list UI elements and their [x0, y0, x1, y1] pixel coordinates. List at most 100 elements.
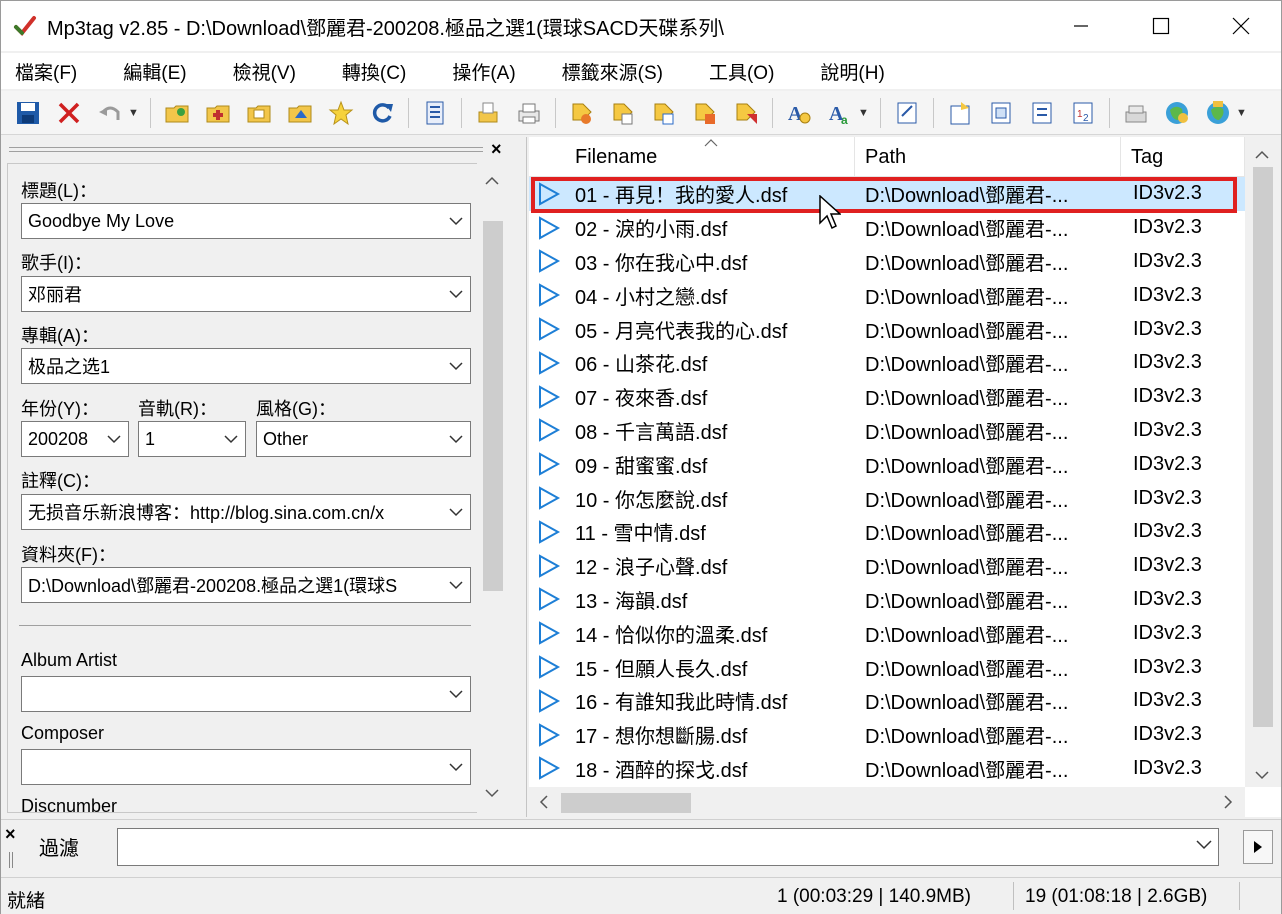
table-row[interactable]: 13 - 海韻.dsf D:\Download\鄧麗君-... ID3v2.3 [529, 583, 1245, 617]
open-folder-button[interactable] [244, 98, 274, 128]
menu-help[interactable]: 說明(H) [812, 58, 892, 85]
table-row[interactable]: 11 - 雪中情.dsf D:\Download\鄧麗君-... ID3v2.3 [529, 515, 1245, 549]
undo-button[interactable] [95, 98, 125, 128]
track-field[interactable]: 1 [138, 421, 246, 457]
chevron-down-icon[interactable] [442, 495, 470, 529]
chevron-down-icon[interactable] [442, 277, 470, 311]
table-row[interactable]: 15 - 但願人長久.dsf D:\Download\鄧麗君-... ID3v2… [529, 650, 1245, 684]
refresh-button[interactable] [367, 98, 397, 128]
directory-field[interactable]: D:\Download\鄧麗君-200208.極品之選1(環球S [21, 567, 471, 603]
filter-input[interactable] [117, 828, 1219, 866]
album-artist-field[interactable] [21, 676, 471, 712]
menu-tools[interactable]: 工具(O) [701, 58, 782, 85]
album-field[interactable]: 极品之选1 [21, 348, 471, 384]
playlist-button[interactable] [945, 98, 975, 128]
table-row[interactable]: 05 - 月亮代表我的心.dsf D:\Download\鄧麗君-... ID3… [529, 312, 1245, 346]
table-row[interactable]: 01 - 再見！我的愛人.dsf D:\Download\鄧麗君-... ID3… [529, 177, 1245, 211]
table-row[interactable]: 07 - 夜來香.dsf D:\Download\鄧麗君-... ID3v2.3 [529, 380, 1245, 414]
chevron-down-icon[interactable] [442, 204, 470, 238]
change-directory-button[interactable] [162, 98, 192, 128]
table-row[interactable]: 09 - 甜蜜蜜.dsf D:\Download\鄧麗君-... ID3v2.3 [529, 447, 1245, 481]
file-list-hscrollbar[interactable] [529, 787, 1245, 817]
scrollbar-thumb[interactable] [483, 221, 503, 591]
table-row[interactable]: 06 - 山茶花.dsf D:\Download\鄧麗君-... ID3v2.3 [529, 346, 1245, 380]
scroll-left-icon[interactable] [539, 795, 549, 812]
options-button[interactable]: 12 [1068, 98, 1098, 128]
actions-dropdown-icon[interactable]: ▼ [858, 107, 869, 119]
menu-edit[interactable]: 編輯(E) [115, 58, 194, 85]
web-sources-button[interactable] [1027, 98, 1057, 128]
tag-filename-button[interactable] [567, 98, 597, 128]
file-list-vscrollbar[interactable] [1245, 137, 1281, 787]
maximize-button[interactable] [1121, 1, 1201, 51]
autonumber-button[interactable]: A [784, 98, 814, 128]
title-field[interactable]: Goodbye My Love [21, 203, 471, 239]
chevron-down-icon[interactable] [217, 422, 245, 456]
menu-tag-sources[interactable]: 標籤來源(S) [554, 58, 671, 85]
column-tag[interactable]: Tag [1121, 137, 1245, 177]
remove-tag-button[interactable] [54, 98, 84, 128]
chevron-down-icon[interactable] [442, 568, 470, 602]
scroll-up-icon[interactable] [1255, 147, 1269, 163]
genre-field[interactable]: Other [256, 421, 471, 457]
scroll-up-icon[interactable] [485, 173, 499, 189]
table-row[interactable]: 03 - 你在我心中.dsf D:\Download\鄧麗君-... ID3v2… [529, 245, 1245, 279]
chevron-down-icon[interactable] [442, 349, 470, 383]
close-button[interactable] [1201, 1, 1281, 51]
amazon-button[interactable] [1162, 98, 1192, 128]
artist-field[interactable]: 邓丽君 [21, 276, 471, 312]
tag-tag-button[interactable] [731, 98, 761, 128]
freedb-button[interactable] [1121, 98, 1151, 128]
composer-field[interactable] [21, 749, 471, 785]
undo-dropdown-icon[interactable]: ▼ [128, 107, 139, 119]
chevron-down-icon[interactable] [1196, 837, 1212, 855]
scroll-down-icon[interactable] [485, 785, 499, 801]
comment-field[interactable]: 无损音乐新浪博客：http://blog.sina.com.cn/x [21, 494, 471, 530]
filename-tag-button[interactable] [608, 98, 638, 128]
panel-close-icon[interactable]: × [491, 139, 502, 160]
favorites-button[interactable] [326, 98, 356, 128]
column-path[interactable]: Path [855, 137, 1121, 177]
tag-sources-button[interactable] [986, 98, 1016, 128]
chevron-down-icon[interactable] [100, 422, 128, 456]
year-field[interactable]: 200208 [21, 421, 129, 457]
menu-view[interactable]: 檢視(V) [225, 58, 304, 85]
tag-panel-scrollbar[interactable] [477, 163, 507, 813]
scrollbar-thumb[interactable] [1253, 167, 1273, 727]
actions-button[interactable]: Aa [825, 98, 855, 128]
filter-grip[interactable] [9, 852, 13, 868]
table-row[interactable]: 02 - 淚的小雨.dsf D:\Download\鄧麗君-... ID3v2.… [529, 211, 1245, 245]
panel-grip[interactable] [9, 147, 483, 152]
web-globe-button[interactable] [1203, 98, 1233, 128]
table-row[interactable]: 10 - 你怎麼說.dsf D:\Download\鄧麗君-... ID3v2.… [529, 481, 1245, 515]
minimize-button[interactable] [1041, 1, 1121, 51]
chevron-down-icon[interactable] [442, 750, 470, 784]
menu-actions[interactable]: 操作(A) [444, 58, 523, 85]
menu-file[interactable]: 檔案(F) [7, 58, 85, 85]
save-button[interactable] [13, 98, 43, 128]
chevron-down-icon[interactable] [442, 677, 470, 711]
table-row[interactable]: 12 - 浪子心聲.dsf D:\Download\鄧麗君-... ID3v2.… [529, 549, 1245, 583]
select-all-button[interactable] [420, 98, 450, 128]
scroll-right-icon[interactable] [1223, 795, 1233, 812]
table-row[interactable]: 04 - 小村之戀.dsf D:\Download\鄧麗君-... ID3v2.… [529, 278, 1245, 312]
table-row[interactable]: 17 - 想你想斷腸.dsf D:\Download\鄧麗君-... ID3v2… [529, 718, 1245, 752]
scrollbar-thumb[interactable] [561, 793, 691, 813]
folder-favorites-button[interactable] [285, 98, 315, 128]
table-row[interactable]: 16 - 有誰知我此時情.dsf D:\Download\鄧麗君-... ID3… [529, 684, 1245, 718]
table-row[interactable]: 18 - 酒醉的探戈.dsf D:\Download\鄧麗君-... ID3v2… [529, 752, 1245, 786]
print-button[interactable] [514, 98, 544, 128]
add-directory-button[interactable] [203, 98, 233, 128]
extended-tags-button[interactable] [892, 98, 922, 128]
filter-go-button[interactable] [1243, 830, 1273, 864]
filename-filename-button[interactable] [649, 98, 679, 128]
text-tag-button[interactable] [690, 98, 720, 128]
export-button[interactable] [473, 98, 503, 128]
filter-close-icon[interactable]: × [5, 824, 16, 845]
web-dropdown-icon[interactable]: ▼ [1236, 107, 1247, 119]
menu-convert[interactable]: 轉換(C) [334, 58, 414, 85]
table-row[interactable]: 08 - 千言萬語.dsf D:\Download\鄧麗君-... ID3v2.… [529, 414, 1245, 448]
scroll-down-icon[interactable] [1255, 767, 1269, 783]
table-row[interactable]: 14 - 恰似你的溫柔.dsf D:\Download\鄧麗君-... ID3v… [529, 616, 1245, 650]
chevron-down-icon[interactable] [442, 422, 470, 456]
